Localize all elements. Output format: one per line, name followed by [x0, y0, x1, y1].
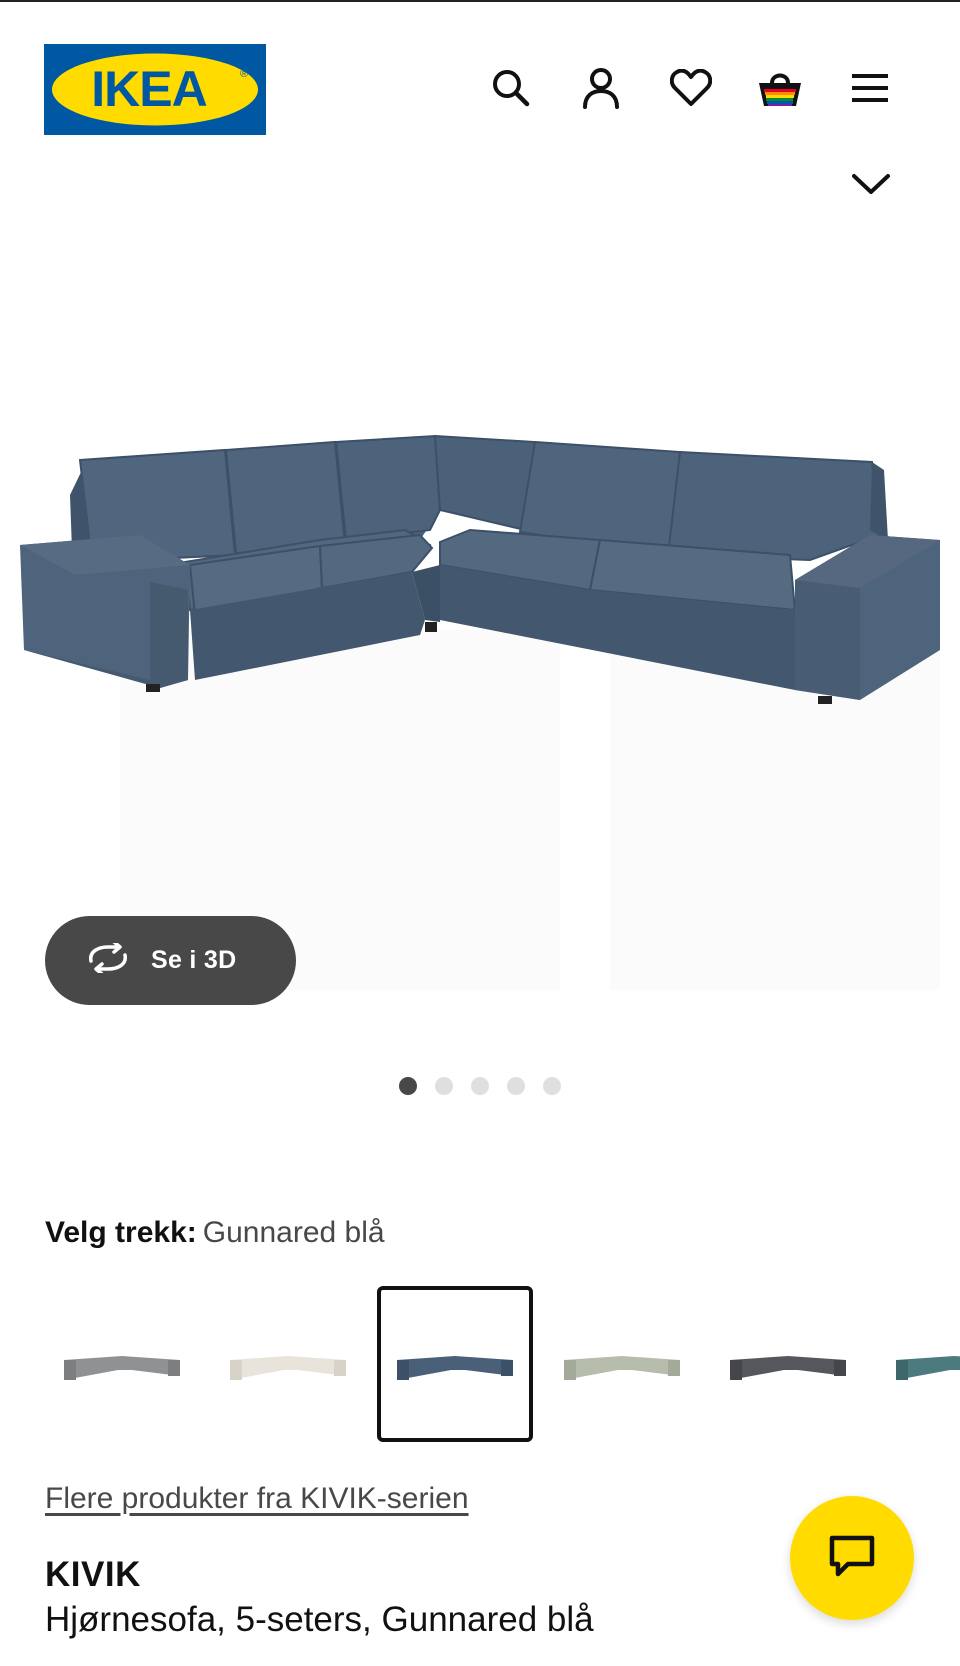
view-3d-button[interactable]: Se i 3D — [45, 916, 296, 1005]
chat-button[interactable] — [790, 1496, 914, 1620]
chat-icon — [828, 1534, 876, 1583]
cover-selection-label: Velg trekk: Gunnared blå — [45, 1216, 385, 1250]
view-3d-label: Se i 3D — [151, 946, 237, 974]
logo-text: IKEA — [91, 61, 206, 117]
carousel-dot-4[interactable] — [507, 1077, 525, 1095]
cover-swatch-5[interactable] — [710, 1286, 866, 1442]
top-border — [0, 0, 960, 2]
cover-swatch-list — [44, 1286, 960, 1442]
cover-swatch-1[interactable] — [44, 1286, 200, 1442]
cover-swatch-3-selected[interactable] — [377, 1286, 533, 1442]
search-icon[interactable] — [485, 62, 537, 114]
carousel-dot-3[interactable] — [471, 1077, 489, 1095]
rotate-3d-icon — [85, 940, 131, 978]
chevron-down-icon[interactable] — [848, 166, 894, 200]
product-image[interactable] — [0, 210, 960, 1120]
carousel-dot-1[interactable] — [399, 1077, 417, 1095]
cover-label: Velg trekk: — [45, 1216, 197, 1249]
product-description: Hjørnesofa, 5-seters, Gunnared blå — [45, 1600, 594, 1639]
menu-icon[interactable] — [844, 62, 896, 114]
cover-swatch-4[interactable] — [544, 1286, 700, 1442]
product-name: KIVIK — [45, 1555, 141, 1594]
cover-swatch-2[interactable] — [210, 1286, 366, 1442]
registered-mark: ® — [240, 68, 248, 80]
account-icon[interactable] — [575, 62, 627, 114]
cover-swatch-6[interactable] — [876, 1286, 960, 1442]
carousel-dot-5[interactable] — [543, 1077, 561, 1095]
series-link[interactable]: Flere produkter fra KIVIK-serien — [45, 1482, 469, 1516]
basket-icon[interactable] — [754, 62, 806, 114]
heart-icon[interactable] — [665, 62, 717, 114]
cover-selected-value: Gunnared blå — [202, 1216, 385, 1249]
ikea-logo[interactable]: IKEA ® — [44, 44, 266, 135]
carousel-dot-2[interactable] — [435, 1077, 453, 1095]
carousel-indicator — [399, 1077, 561, 1095]
